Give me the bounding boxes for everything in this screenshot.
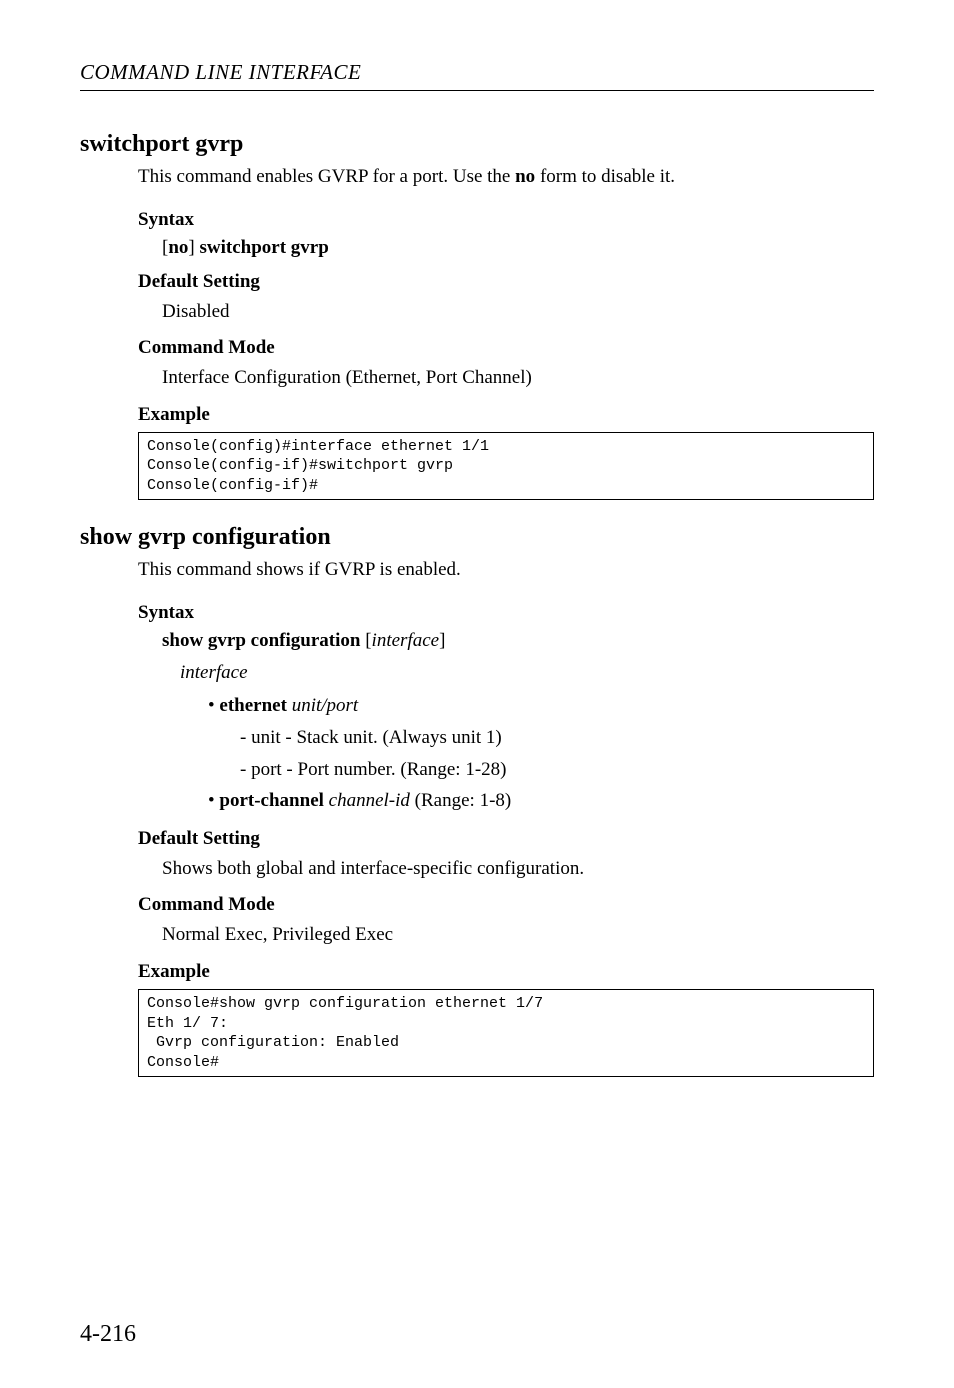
syntax-line: show gvrp configuration [interface] <box>162 630 874 652</box>
example-heading: Example <box>138 961 874 983</box>
desc-prefix: This command enables GVRP for a port. Us… <box>138 166 515 187</box>
interface-label: interface <box>180 662 874 684</box>
bullet-rest: (Range: 1-8) <box>410 790 511 811</box>
command-description: This command enables GVRP for a port. Us… <box>138 164 874 191</box>
syntax-line: [no] switchport gvrp <box>162 237 874 259</box>
syntax-heading: Syntax <box>138 602 874 624</box>
bracket-close: ] <box>188 237 199 258</box>
bracket-close: ] <box>439 630 445 651</box>
command-description: This command shows if GVRP is enabled. <box>138 557 874 584</box>
bullet-port-channel: • port-channel channel-id (Range: 1-8) <box>208 787 874 816</box>
default-value: Disabled <box>162 299 874 326</box>
page-number: 4-216 <box>80 1321 136 1348</box>
code-block: Console#show gvrp configuration ethernet… <box>138 989 874 1077</box>
syntax-param: interface <box>372 630 440 651</box>
bullet-bold: port-channel <box>219 790 324 811</box>
bullet-ethernet: • ethernet unit/port <box>208 692 874 721</box>
default-value: Shows both global and interface-specific… <box>162 856 874 883</box>
dash-unit: - unit - Stack unit. (Always unit 1) <box>240 724 874 753</box>
page-header-title: COMMAND LINE INTERFACE <box>80 60 874 85</box>
default-heading: Default Setting <box>138 271 874 293</box>
example-heading: Example <box>138 404 874 426</box>
header-divider <box>80 90 874 91</box>
code-block: Console(config)#interface ethernet 1/1 C… <box>138 432 874 501</box>
syntax-no: no <box>168 237 188 258</box>
desc-suffix: form to disable it. <box>535 166 675 187</box>
syntax-heading: Syntax <box>138 209 874 231</box>
dash-port: - port - Port number. (Range: 1-28) <box>240 756 874 785</box>
mode-heading: Command Mode <box>138 337 874 359</box>
bullet-italic: unit/port <box>287 695 358 716</box>
syntax-cmd: switchport gvrp <box>199 237 328 258</box>
command-title-switchport-gvrp: switchport gvrp <box>80 131 874 158</box>
default-heading: Default Setting <box>138 828 874 850</box>
desc-bold: no <box>515 166 535 187</box>
bullet-bold: ethernet <box>219 695 287 716</box>
command-title-show-gvrp: show gvrp configuration <box>80 524 874 551</box>
mode-heading: Command Mode <box>138 894 874 916</box>
bullet-italic: channel-id <box>324 790 410 811</box>
syntax-cmd: show gvrp configuration <box>162 630 360 651</box>
mode-value: Interface Configuration (Ethernet, Port … <box>162 365 874 392</box>
mode-value: Normal Exec, Privileged Exec <box>162 922 874 949</box>
bracket-open: [ <box>360 630 371 651</box>
